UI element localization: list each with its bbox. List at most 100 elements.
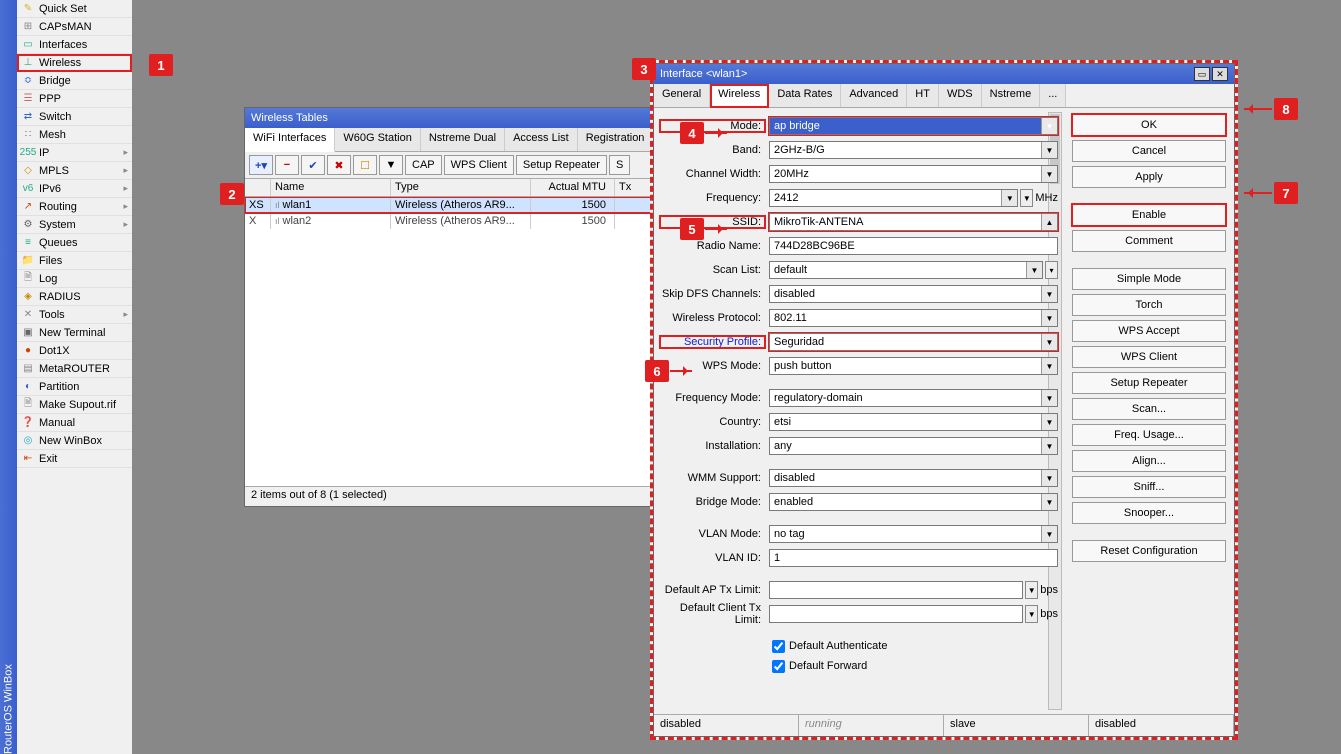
button-cancel[interactable]: Cancel (1072, 140, 1226, 162)
input-mode[interactable]: ap bridge ▼ (769, 117, 1058, 135)
dropdown-icon[interactable]: ▼ (1041, 118, 1057, 134)
input-frequency_mode[interactable]: regulatory-domain ▼ (769, 389, 1058, 407)
button-ok[interactable]: OK (1072, 114, 1226, 136)
dropdown-icon[interactable]: ▼ (1025, 605, 1038, 623)
input-ssid[interactable]: MikroTik-ANTENA ▲ (769, 213, 1058, 231)
interface-dialog-titlebar[interactable]: Interface <wlan1> ▭ ✕ (654, 64, 1234, 84)
button-setup-repeater[interactable]: Setup Repeater (1072, 372, 1226, 394)
button-scan[interactable]: Scan... (1072, 398, 1226, 420)
button-reset-configuration[interactable]: Reset Configuration (1072, 540, 1226, 562)
input-client_tx_limit[interactable] (769, 605, 1023, 623)
button-apply[interactable]: Apply (1072, 166, 1226, 188)
button-snooper[interactable]: Snooper... (1072, 502, 1226, 524)
dropdown-icon[interactable]: ▼ (1001, 190, 1017, 206)
if-tab-general[interactable]: General (654, 84, 710, 107)
dropdown-icon[interactable]: ▼ (1041, 286, 1057, 302)
sidebar-item-switch[interactable]: ⇄Switch (17, 108, 132, 126)
checkbox-input[interactable] (772, 660, 785, 673)
button-align[interactable]: Align... (1072, 450, 1226, 472)
sidebar-item-system[interactable]: ⚙System▸ (17, 216, 132, 234)
input-band[interactable]: 2GHz-B/G ▼ (769, 141, 1058, 159)
dropdown-icon[interactable]: ▲ (1041, 214, 1057, 230)
comment-button-icon[interactable]: ☐ (353, 155, 377, 175)
s-button[interactable]: S (609, 155, 630, 175)
input-frequency[interactable]: 2412 ▼ (769, 189, 1018, 207)
sidebar-item-ppp[interactable]: ☰PPP (17, 90, 132, 108)
sidebar-item-interfaces[interactable]: ▭Interfaces (17, 36, 132, 54)
sidebar-item-log[interactable]: 🗎Log (17, 270, 132, 288)
sidebar-item-queues[interactable]: ≡Queues (17, 234, 132, 252)
sidebar-item-dot1x[interactable]: ●Dot1X (17, 342, 132, 360)
sidebar-item-quick-set[interactable]: ✎Quick Set (17, 0, 132, 18)
dropdown-icon[interactable]: ▼ (1041, 494, 1057, 510)
dropdown-icon[interactable]: ▼ (1041, 526, 1057, 542)
button-comment[interactable]: Comment (1072, 230, 1226, 252)
add-button[interactable]: +▾ (249, 155, 273, 175)
checkbox-default_auth[interactable]: Default Authenticate (772, 636, 1058, 656)
input-wps_mode[interactable]: push button ▼ (769, 357, 1058, 375)
dropdown-icon[interactable]: ▼ (1041, 470, 1057, 486)
col-name[interactable]: Name (271, 179, 391, 196)
sidebar-item-new-terminal[interactable]: ▣New Terminal (17, 324, 132, 342)
sidebar-item-new-winbox[interactable]: ◎New WinBox (17, 432, 132, 450)
wt-tab-1[interactable]: W60G Station (335, 128, 420, 151)
button-torch[interactable]: Torch (1072, 294, 1226, 316)
sidebar-item-files[interactable]: 📁Files (17, 252, 132, 270)
wt-tab-3[interactable]: Access List (505, 128, 578, 151)
button-sniff[interactable]: Sniff... (1072, 476, 1226, 498)
input-radio_name[interactable]: 744D28BC96BE (769, 237, 1058, 255)
input-channel_width[interactable]: 20MHz ▼ (769, 165, 1058, 183)
sidebar-item-exit[interactable]: ⇤Exit (17, 450, 132, 468)
input-vlan_id[interactable]: 1 (769, 549, 1058, 567)
if-tab-datarates[interactable]: Data Rates (769, 84, 841, 107)
dropdown-icon[interactable]: ▼ (1041, 358, 1057, 374)
input-bridge_mode[interactable]: enabled ▼ (769, 493, 1058, 511)
sidebar-item-mpls[interactable]: ◇MPLS▸ (17, 162, 132, 180)
sidebar-item-bridge[interactable]: ≎Bridge (17, 72, 132, 90)
disable-button-icon[interactable]: ✖ (327, 155, 351, 175)
sidebar-item-capsman[interactable]: ⊞CAPsMAN (17, 18, 132, 36)
input-ap_tx_limit[interactable] (769, 581, 1023, 599)
sidebar-item-tools[interactable]: ✕Tools▸ (17, 306, 132, 324)
checkbox-default_fwd[interactable]: Default Forward (772, 656, 1058, 676)
sidebar-item-wireless[interactable]: ⊥Wireless (17, 54, 132, 72)
dialog-close-icon[interactable]: ✕ (1212, 67, 1228, 81)
if-tab-wireless[interactable]: Wireless (710, 84, 769, 108)
input-country[interactable]: etsi ▼ (769, 413, 1058, 431)
checkbox-input[interactable] (772, 640, 785, 653)
if-tab-nstreme[interactable]: Nstreme (982, 84, 1041, 107)
input-security_profile[interactable]: Seguridad ▼ (769, 333, 1058, 351)
dropdown-icon[interactable]: ▼ (1041, 166, 1057, 182)
sidebar-item-make-supout-rif[interactable]: 🗎Make Supout.rif (17, 396, 132, 414)
col-flag[interactable] (245, 179, 271, 196)
input-skip_dfs[interactable]: disabled ▼ (769, 285, 1058, 303)
if-tab-wds[interactable]: WDS (939, 84, 982, 107)
dropdown-icon[interactable]: ▼ (1025, 581, 1038, 599)
dropdown-icon[interactable]: ▼ (1041, 438, 1057, 454)
wt-tab-2[interactable]: Nstreme Dual (421, 128, 505, 151)
dropdown-icon[interactable]: ▼ (1041, 142, 1057, 158)
col-type[interactable]: Type (391, 179, 531, 196)
if-tab-[interactable]: ... (1040, 84, 1066, 107)
button-enable[interactable]: Enable (1072, 204, 1226, 226)
button-wps-client[interactable]: WPS Client (1072, 346, 1226, 368)
wps-client-button[interactable]: WPS Client (444, 155, 514, 175)
sidebar-item-ip[interactable]: 255IP▸ (17, 144, 132, 162)
button-simple-mode[interactable]: Simple Mode (1072, 268, 1226, 290)
button-wps-accept[interactable]: WPS Accept (1072, 320, 1226, 342)
sidebar-item-metarouter[interactable]: ▤MetaROUTER (17, 360, 132, 378)
col-mtu[interactable]: Actual MTU (531, 179, 615, 196)
filter-button-icon[interactable]: ▼ (379, 155, 403, 175)
dropdown-icon[interactable]: ▼ (1041, 414, 1057, 430)
dropdown-icon[interactable]: ▼ (1041, 310, 1057, 326)
input-scan_list[interactable]: default ▼ (769, 261, 1043, 279)
remove-button[interactable]: − (275, 155, 299, 175)
enable-button-icon[interactable]: ✔ (301, 155, 325, 175)
if-tab-advanced[interactable]: Advanced (841, 84, 907, 107)
wt-tab-4[interactable]: Registration (578, 128, 654, 151)
input-wireless_protocol[interactable]: 802.11 ▼ (769, 309, 1058, 327)
button-freq-usage[interactable]: Freq. Usage... (1072, 424, 1226, 446)
sidebar-item-radius[interactable]: ◈RADIUS (17, 288, 132, 306)
wt-tab-0[interactable]: WiFi Interfaces (245, 128, 335, 152)
input-vlan_mode[interactable]: no tag ▼ (769, 525, 1058, 543)
